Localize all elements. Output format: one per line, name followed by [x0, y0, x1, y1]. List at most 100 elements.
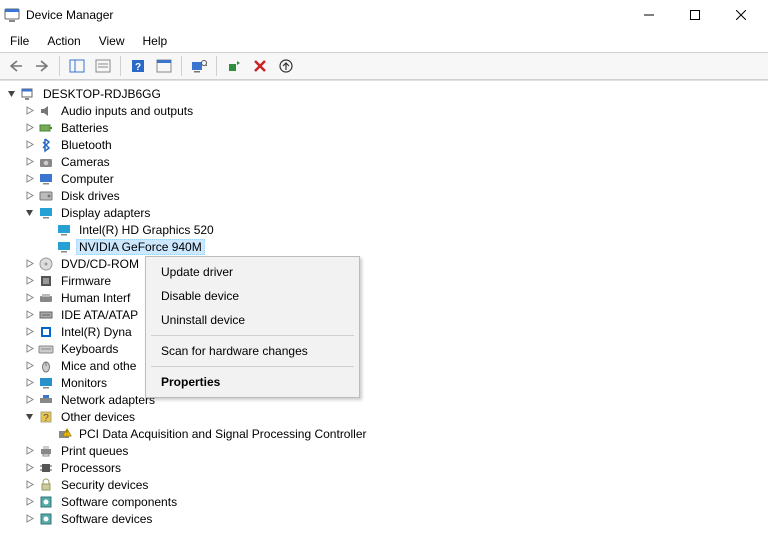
chevron-right-icon[interactable]	[22, 104, 36, 118]
minimize-button[interactable]	[626, 0, 672, 30]
chevron-right-icon[interactable]	[22, 376, 36, 390]
tree-category[interactable]: Keyboards	[4, 340, 768, 357]
software-icon	[38, 494, 54, 510]
close-button[interactable]	[718, 0, 764, 30]
tree-category[interactable]: Firmware	[4, 272, 768, 289]
tree-device[interactable]: NVIDIA GeForce 940M	[4, 238, 768, 255]
ctx-separator	[151, 335, 354, 336]
chevron-right-icon[interactable]	[22, 342, 36, 356]
chevron-right-icon[interactable]	[22, 308, 36, 322]
chevron-right-icon[interactable]	[22, 444, 36, 458]
tree-category[interactable]: Audio inputs and outputs	[4, 102, 768, 119]
chevron-right-icon[interactable]	[22, 359, 36, 373]
chevron-right-icon[interactable]	[22, 274, 36, 288]
tree-node-label: NVIDIA GeForce 940M	[76, 239, 205, 255]
tree-category[interactable]: Mice and othe	[4, 357, 768, 374]
tree-category[interactable]: Monitors	[4, 374, 768, 391]
tree-category[interactable]: Cameras	[4, 153, 768, 170]
chevron-right-icon[interactable]	[22, 172, 36, 186]
tree-node-label: Processors	[58, 460, 124, 476]
mouse-icon	[38, 358, 54, 374]
ctx-scan-hardware[interactable]: Scan for hardware changes	[149, 339, 356, 363]
tree-category[interactable]: IDE ATA/ATAP	[4, 306, 768, 323]
tree-category[interactable]: DVD/CD-ROM	[4, 255, 768, 272]
chevron-right-icon[interactable]	[22, 461, 36, 475]
chevron-right-icon[interactable]	[22, 155, 36, 169]
root-icon	[20, 86, 36, 102]
display-icon	[38, 205, 54, 221]
context-menu: Update driver Disable device Uninstall d…	[145, 256, 360, 398]
tree-category[interactable]: Batteries	[4, 119, 768, 136]
tree-category[interactable]: Software components	[4, 493, 768, 510]
chevron-right-icon[interactable]	[22, 138, 36, 152]
action-button[interactable]	[152, 54, 176, 78]
chevron-right-icon[interactable]	[22, 512, 36, 526]
chevron-right-icon[interactable]	[22, 121, 36, 135]
tree-category[interactable]: Disk drives	[4, 187, 768, 204]
tree-category[interactable]: ?Other devices	[4, 408, 768, 425]
chevron-right-icon[interactable]	[22, 393, 36, 407]
tree-node-label: Other devices	[58, 409, 138, 425]
show-hide-tree-button[interactable]	[65, 54, 89, 78]
tree-node-label: DVD/CD-ROM	[58, 256, 142, 272]
svg-text:?: ?	[135, 62, 141, 73]
uninstall-button[interactable]	[248, 54, 272, 78]
tree-node-label: Keyboards	[58, 341, 121, 357]
ctx-properties[interactable]: Properties	[149, 370, 356, 394]
monitor-icon	[38, 375, 54, 391]
tree-node-label: Bluetooth	[58, 137, 115, 153]
tree-category[interactable]: Print queues	[4, 442, 768, 459]
hid-icon	[38, 290, 54, 306]
tree-category[interactable]: Security devices	[4, 476, 768, 493]
chevron-right-icon[interactable]	[22, 189, 36, 203]
update-driver-button[interactable]	[274, 54, 298, 78]
keyboard-icon	[38, 341, 54, 357]
chevron-down-icon[interactable]	[22, 206, 36, 220]
chevron-right-icon[interactable]	[22, 291, 36, 305]
ctx-uninstall-device[interactable]: Uninstall device	[149, 308, 356, 332]
tree-node-label: Firmware	[58, 273, 114, 289]
maximize-button[interactable]	[672, 0, 718, 30]
app-icon	[4, 7, 20, 23]
warn-icon: !	[56, 426, 72, 442]
twisty-none	[40, 240, 54, 254]
properties-button[interactable]	[91, 54, 115, 78]
menu-view[interactable]: View	[91, 32, 133, 50]
titlebar: Device Manager	[0, 0, 768, 30]
tree-category[interactable]: Software devices	[4, 510, 768, 527]
tree-device[interactable]: !PCI Data Acquisition and Signal Process…	[4, 425, 768, 442]
tree-category[interactable]: Intel(R) Dyna	[4, 323, 768, 340]
ctx-disable-device[interactable]: Disable device	[149, 284, 356, 308]
tree-category[interactable]: Human Interf	[4, 289, 768, 306]
forward-button[interactable]	[30, 54, 54, 78]
chevron-right-icon[interactable]	[22, 478, 36, 492]
device-tree[interactable]: DESKTOP-RDJB6GGAudio inputs and outputsB…	[0, 81, 768, 560]
tree-category[interactable]: Computer	[4, 170, 768, 187]
scan-hardware-button[interactable]	[187, 54, 211, 78]
battery-icon	[38, 120, 54, 136]
chevron-down-icon[interactable]	[4, 87, 18, 101]
tree-node-label: Security devices	[58, 477, 151, 493]
tree-category[interactable]: Display adapters	[4, 204, 768, 221]
ctx-update-driver[interactable]: Update driver	[149, 260, 356, 284]
firmware-icon	[38, 273, 54, 289]
security-icon	[38, 477, 54, 493]
add-legacy-button[interactable]	[222, 54, 246, 78]
tree-root[interactable]: DESKTOP-RDJB6GG	[4, 85, 768, 102]
tree-category[interactable]: Bluetooth	[4, 136, 768, 153]
back-button[interactable]	[4, 54, 28, 78]
menu-help[interactable]: Help	[135, 32, 176, 50]
chevron-down-icon[interactable]	[22, 410, 36, 424]
window-buttons	[626, 0, 764, 30]
camera-icon	[38, 154, 54, 170]
tree-device[interactable]: Intel(R) HD Graphics 520	[4, 221, 768, 238]
tree-category[interactable]: Processors	[4, 459, 768, 476]
chevron-right-icon[interactable]	[22, 325, 36, 339]
menu-action[interactable]: Action	[39, 32, 88, 50]
tree-category[interactable]: Network adapters	[4, 391, 768, 408]
help-button[interactable]: ?	[126, 54, 150, 78]
chevron-right-icon[interactable]	[22, 257, 36, 271]
chevron-right-icon[interactable]	[22, 495, 36, 509]
software-icon	[38, 511, 54, 527]
menu-file[interactable]: File	[2, 32, 37, 50]
